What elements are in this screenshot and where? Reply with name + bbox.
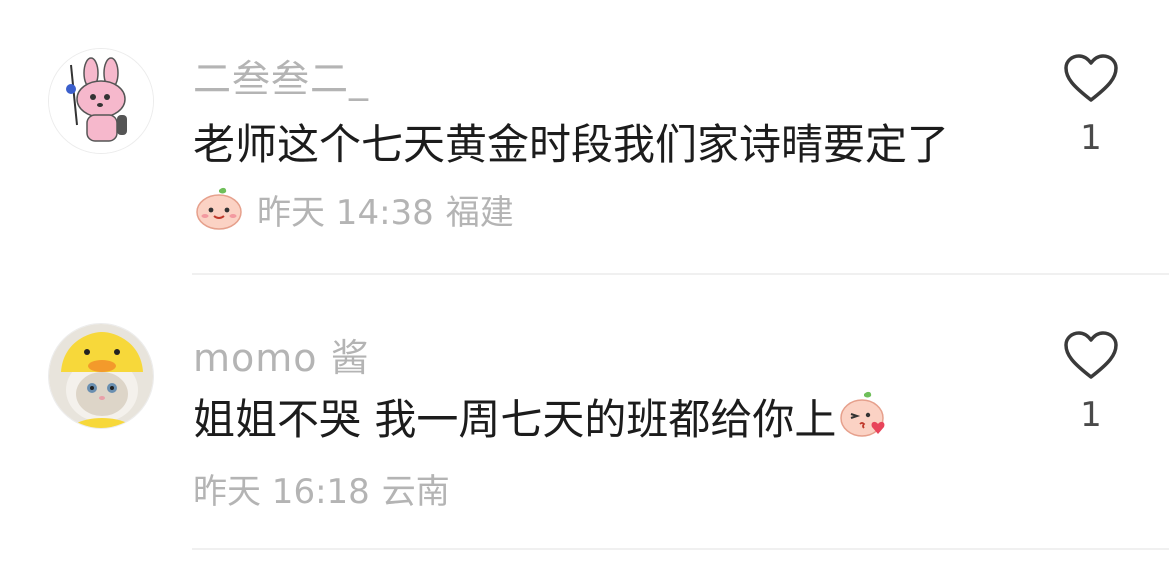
comment-item: 二叁叁二_ 老师这个七天黄金时段我们家诗晴要定了 昨天 14:38 福建 1 bbox=[0, 0, 1169, 275]
comment-item: momo 酱 姐姐不哭 我一周七天的班都给你上 昨天 16:18 云南 1 bbox=[0, 275, 1169, 550]
heart-outline-icon[interactable] bbox=[1063, 331, 1119, 381]
like-count: 1 bbox=[1080, 395, 1102, 435]
divider bbox=[192, 548, 1169, 550]
comment-meta: 昨天 14:38 福建 bbox=[193, 186, 514, 233]
comment-meta: 昨天 16:18 云南 bbox=[193, 465, 450, 512]
comment-text-body: 姐姐不哭 我一周七天的班都给你上 bbox=[193, 394, 837, 444]
comment-text-body: 老师这个七天黄金时段我们家诗晴要定了 bbox=[193, 119, 950, 169]
comment-time: 昨天 16:18 bbox=[193, 471, 370, 512]
username[interactable]: momo 酱 bbox=[193, 327, 370, 382]
avatar[interactable] bbox=[48, 323, 154, 429]
heart-outline-icon[interactable] bbox=[1063, 54, 1119, 104]
avatar[interactable] bbox=[48, 48, 154, 154]
peach-kiss-emoji-icon bbox=[838, 390, 890, 442]
comment-time: 昨天 14:38 bbox=[257, 192, 434, 233]
comment-location: 福建 bbox=[445, 192, 514, 233]
comment-text: 姐姐不哭 我一周七天的班都给你上 bbox=[193, 387, 890, 445]
comment-location: 云南 bbox=[381, 471, 450, 512]
peach-smile-emoji-icon bbox=[193, 186, 245, 232]
like-count: 1 bbox=[1080, 118, 1102, 158]
pink-bunny-avatar-icon bbox=[49, 49, 153, 153]
cat-duck-hat-avatar-icon bbox=[49, 324, 153, 428]
comment-text: 老师这个七天黄金时段我们家诗晴要定了 bbox=[193, 112, 949, 170]
username[interactable]: 二叁叁二_ bbox=[193, 48, 369, 103]
